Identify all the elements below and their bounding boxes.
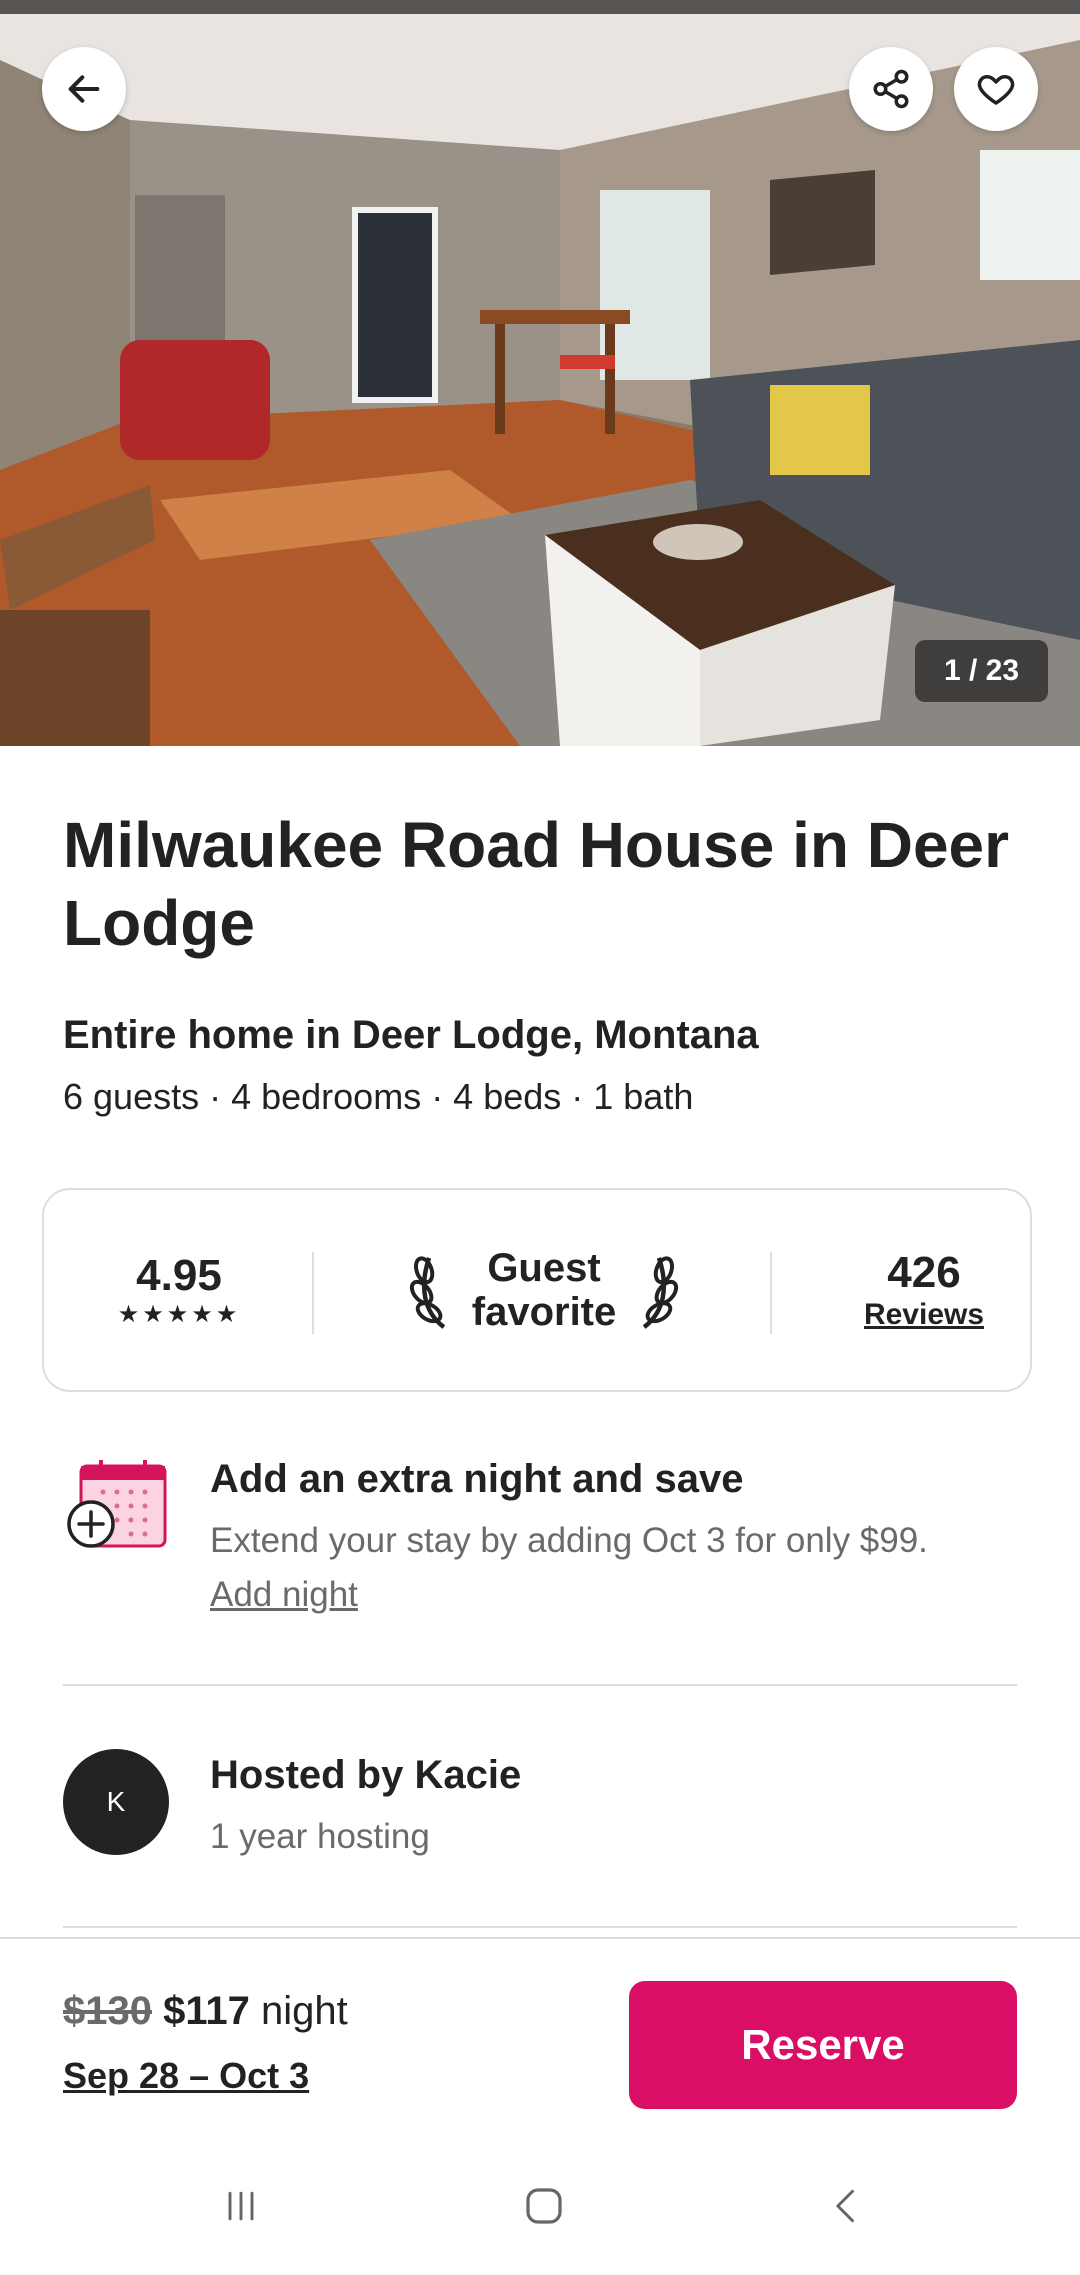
price-line: $130 $117 night xyxy=(63,1989,348,2034)
rating-card[interactable]: 4.95 ★★★★★ Guest favorite 426 Reviews xyxy=(42,1188,1032,1392)
original-price: $130 xyxy=(63,1989,152,2033)
host-since: 1 year hosting xyxy=(210,1817,430,1856)
chevron-left-icon xyxy=(836,2189,854,2223)
recent-apps-button[interactable] xyxy=(206,2171,276,2241)
reviews-summary[interactable]: 426 Reviews xyxy=(814,1190,1034,1390)
status-bar xyxy=(0,0,1080,14)
guest-favorite-badge: Guest favorite xyxy=(394,1240,694,1340)
reviews-link[interactable]: Reviews xyxy=(864,1298,984,1332)
section-divider xyxy=(63,1926,1017,1928)
booking-dates[interactable]: Sep 28 – Oct 3 xyxy=(63,2055,309,2097)
section-divider xyxy=(63,1684,1017,1686)
add-night-link[interactable]: Add night xyxy=(210,1575,358,1615)
laurel-left-icon xyxy=(409,1256,446,1329)
back-button[interactable] xyxy=(42,47,126,131)
booking-bar: $130 $117 night Sep 28 – Oct 3 Reserve xyxy=(0,1937,1080,2137)
laurel-right-icon xyxy=(642,1256,679,1329)
system-back-button[interactable] xyxy=(812,2171,882,2241)
host-avatar[interactable]: K xyxy=(63,1749,169,1855)
rating-stars: ★★★★★ xyxy=(117,1301,241,1328)
photo-counter: 1 / 23 xyxy=(915,640,1048,702)
calendar-plus-icon xyxy=(67,1460,167,1548)
listing-subtitle: Entire home in Deer Lodge, Montana xyxy=(63,1013,759,1057)
reserve-button[interactable]: Reserve xyxy=(629,1981,1017,2109)
recent-apps-icon xyxy=(228,2191,254,2221)
rating-value: 4.95 xyxy=(136,1251,222,1300)
guest-favorite-label: Guest favorite xyxy=(471,1246,617,1334)
system-nav-bar xyxy=(0,2137,1080,2275)
listing-photo[interactable]: 1 / 23 xyxy=(0,0,1080,746)
favorite-button[interactable] xyxy=(954,47,1038,131)
extra-night-title: Add an extra night and save xyxy=(210,1457,744,1501)
divider xyxy=(312,1252,314,1334)
reviews-count: 426 xyxy=(887,1248,961,1297)
extra-night-description: Extend your stay by adding Oct 3 for onl… xyxy=(210,1521,928,1560)
share-button[interactable] xyxy=(849,47,933,131)
arrow-left-icon xyxy=(68,75,100,103)
heart-icon xyxy=(977,75,1015,105)
listing-title: Milwaukee Road House in Deer Lodge xyxy=(63,809,1010,959)
share-icon xyxy=(873,69,909,109)
price-unit: night xyxy=(261,1989,348,2033)
host-name: Hosted by Kacie xyxy=(210,1753,522,1797)
discounted-price: $117 xyxy=(163,1989,250,2033)
rating-summary: 4.95 ★★★★★ xyxy=(44,1190,314,1390)
listing-details: 6 guests · 4 bedrooms · 4 beds · 1 bath xyxy=(63,1076,694,1117)
home-button[interactable] xyxy=(509,2171,579,2241)
home-icon xyxy=(526,2188,562,2224)
divider xyxy=(770,1252,772,1334)
